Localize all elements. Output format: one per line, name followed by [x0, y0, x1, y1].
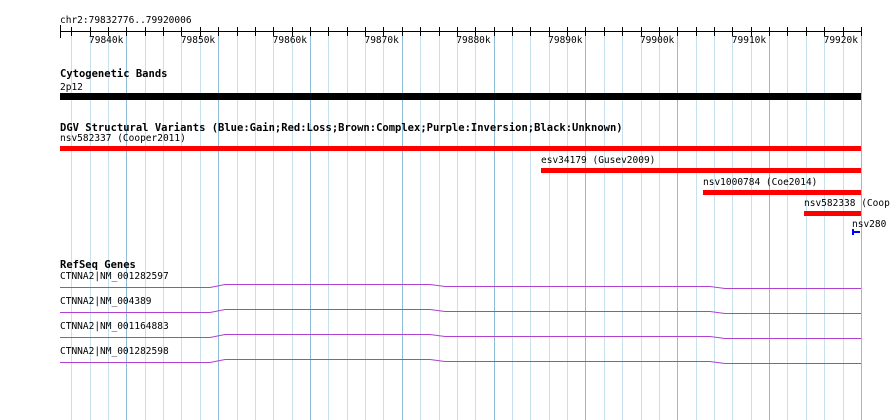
dgv-feature-bar[interactable]	[541, 168, 861, 173]
cytoband-bar[interactable]	[60, 93, 861, 100]
cytoband-track-title: Cytogenetic Bands	[60, 68, 168, 80]
ruler-tick-label: 79920k	[823, 35, 858, 46]
dgv-feature-label: esv34179 (Gusev2009)	[541, 155, 656, 166]
dgv-feature-label: nsv1000784 (Coe2014)	[703, 177, 818, 188]
ruler-tick-label: 79840k	[89, 35, 124, 46]
gene-model-line[interactable]	[60, 309, 861, 314]
gene-model-line[interactable]	[60, 284, 861, 289]
ruler-tick-label: 79880k	[456, 35, 491, 46]
ruler-tick-label: 79890k	[548, 35, 583, 46]
location-label: chr2:79832776..79920006	[60, 15, 192, 26]
gene-label: CTNNA2|NM_001164883	[60, 321, 169, 332]
gene-model-line[interactable]	[60, 334, 861, 339]
dgv-feature-bar[interactable]	[60, 146, 861, 151]
gene-label: CTNNA2|NM_004389	[60, 296, 152, 307]
ruler-tick-label: 79860k	[272, 35, 307, 46]
ruler-tick-label: 79870k	[364, 35, 399, 46]
dgv-feature-label: nsv582337 (Cooper2011)	[60, 133, 186, 144]
ruler-tick-label: 79910k	[731, 35, 767, 46]
dgv-feature-bar[interactable]	[804, 211, 861, 216]
gene-label: CTNNA2|NM_001282597	[60, 271, 169, 282]
gene-label: CTNNA2|NM_001282598	[60, 346, 169, 357]
dgv-feature-bar[interactable]	[703, 190, 861, 195]
gene-model-line[interactable]	[60, 359, 861, 364]
dgv-feature-label: nsv280	[852, 219, 887, 230]
ruler-tick-label: 79850k	[180, 35, 216, 46]
ruler-tick-label: 79900k	[639, 35, 675, 46]
dgv-feature-label: nsv582338 (Coop	[804, 198, 890, 209]
dgv-feature-bar[interactable]	[852, 231, 860, 233]
